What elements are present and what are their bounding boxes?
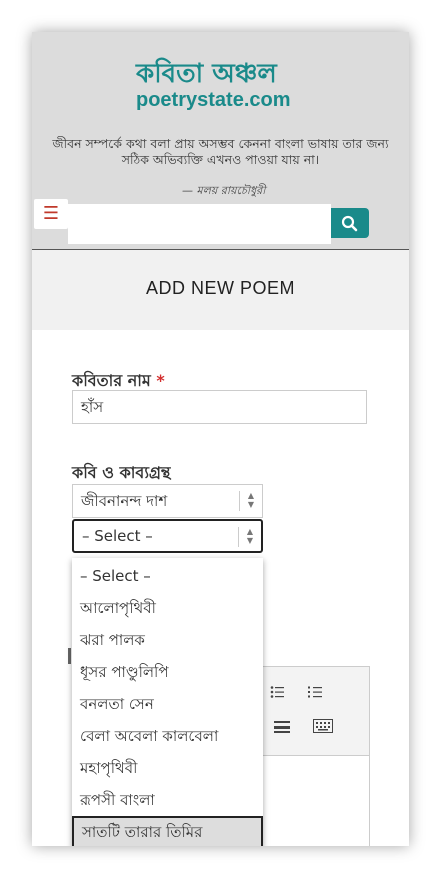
- dropdown-option[interactable]: – Select –: [72, 560, 263, 592]
- editor-toolbar: [262, 667, 369, 756]
- header-quote: জীবন সম্পর্কে কথা বলা প্রায় অসম্ভব কেনন…: [52, 136, 389, 167]
- dropdown-option[interactable]: বনলতা সেন: [72, 688, 263, 720]
- required-mark: *: [156, 371, 165, 390]
- logo-english[interactable]: poetrystate.com: [136, 87, 291, 113]
- phone-frame: কবিতা অঞ্চল poetrystate.com জীবন সম্পর্ক…: [32, 32, 409, 846]
- poem-editor[interactable]: [261, 666, 370, 846]
- book-select[interactable]: – Select – ▲ ▼: [72, 519, 263, 553]
- horizontal-rule-icon[interactable]: [274, 721, 290, 733]
- dropdown-option-highlighted[interactable]: সাতটি তারার তিমির: [72, 816, 263, 846]
- site-header: কবিতা অঞ্চল poetrystate.com জীবন সম্পর্ক…: [32, 32, 409, 250]
- dropdown-option[interactable]: মহাপৃথিবী: [72, 752, 263, 784]
- dropdown-option[interactable]: বেলা অবেলা কালবেলা: [72, 720, 263, 752]
- dropdown-option[interactable]: আলোপৃথিবী: [72, 592, 263, 624]
- poet-select[interactable]: জীবনানন্দ দাশ ▲ ▼: [72, 484, 263, 518]
- quote-author: — মলয় রায়চৌধুরী: [182, 184, 266, 197]
- page-title-band: ADD NEW POEM: [32, 250, 409, 330]
- poem-name-label-text: কবিতার নাম: [72, 371, 151, 390]
- search-icon: [341, 215, 358, 232]
- poet-select-value: জীবনানন্দ দাশ: [81, 492, 168, 510]
- dropdown-option[interactable]: ধূসর পাণ্ডুলিপি: [72, 656, 263, 688]
- page-title: ADD NEW POEM: [145, 278, 295, 298]
- numbered-list-icon[interactable]: [308, 685, 322, 699]
- select-arrows-icon: ▲ ▼: [239, 491, 262, 511]
- select-arrows-icon: ▲ ▼: [238, 527, 261, 547]
- logo-bengali[interactable]: কবিতা অঞ্চল: [136, 59, 277, 89]
- book-select-value: – Select –: [82, 527, 153, 545]
- bullet-list-icon[interactable]: [270, 685, 284, 699]
- search-button[interactable]: [331, 208, 369, 238]
- dropdown-option[interactable]: রূপসী বাংলা: [72, 784, 263, 816]
- keyboard-icon[interactable]: [313, 719, 333, 733]
- hamburger-icon: ☰: [42, 203, 60, 224]
- search-input[interactable]: [68, 204, 331, 244]
- poet-book-label: কবি ও কাব্যগ্রন্থ: [72, 463, 171, 482]
- dropdown-option[interactable]: ঝরা পালক: [72, 624, 263, 656]
- field-marker: [68, 648, 71, 664]
- menu-button[interactable]: ☰: [34, 199, 68, 229]
- poem-name-input[interactable]: হাঁস: [72, 390, 367, 424]
- book-dropdown-list: – Select – আলোপৃথিবী ঝরা পালক ধূসর পাণ্ড…: [72, 558, 263, 846]
